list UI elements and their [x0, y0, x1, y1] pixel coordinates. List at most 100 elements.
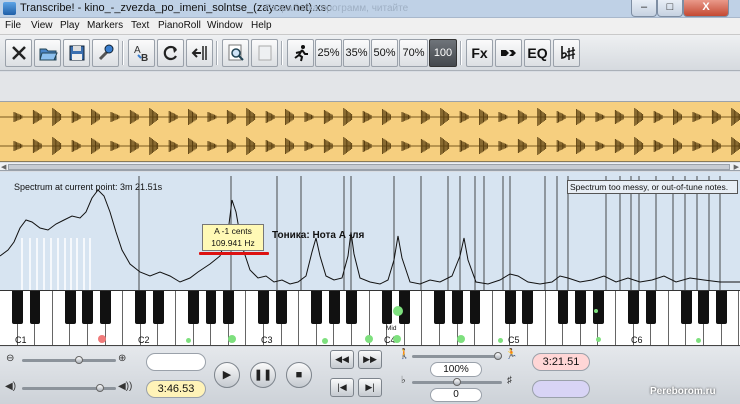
open-button[interactable]	[34, 39, 61, 67]
note-dot	[596, 337, 601, 342]
black-key[interactable]	[469, 291, 481, 324]
black-key[interactable]	[29, 291, 41, 324]
black-key[interactable]	[627, 291, 639, 324]
blank-button[interactable]	[251, 39, 278, 67]
sharp-icon[interactable]: ♯	[507, 375, 512, 386]
black-key[interactable]	[135, 291, 147, 324]
speed-slider[interactable]	[412, 355, 502, 358]
current-time-display[interactable]: 3:21.51	[532, 353, 590, 371]
black-key[interactable]	[11, 291, 23, 324]
menu-view[interactable]: View	[31, 20, 53, 31]
black-key[interactable]	[451, 291, 463, 324]
volume-low-icon[interactable]: ◀)	[5, 381, 16, 392]
menu-pianoroll[interactable]: PianoRoll	[158, 20, 201, 31]
waveform-display[interactable]	[0, 102, 740, 162]
scroll-left-icon[interactable]: ◀	[1, 163, 6, 171]
close-file-button[interactable]	[5, 39, 32, 67]
waveform-transient	[52, 108, 62, 126]
menu-file[interactable]: File	[5, 20, 21, 31]
black-key[interactable]	[381, 291, 393, 324]
black-key[interactable]	[575, 291, 587, 324]
speed-value[interactable]: 100%	[430, 362, 482, 377]
blank-time-display	[532, 380, 590, 398]
speed-100-button[interactable]: 100	[429, 39, 457, 67]
menu-play[interactable]: Play	[60, 20, 79, 31]
running-man-small-icon[interactable]: 🏃	[505, 349, 517, 360]
pitch-slider-thumb[interactable]	[453, 378, 461, 386]
minimize-button[interactable]: –	[631, 0, 657, 17]
black-key[interactable]	[557, 291, 569, 324]
preferences-button[interactable]	[92, 39, 119, 67]
menu-markers[interactable]: Markers	[87, 20, 123, 31]
menu-help[interactable]: Help	[251, 20, 272, 31]
filter-button[interactable]	[495, 39, 522, 67]
scroll-right-icon[interactable]: ▶	[734, 163, 739, 171]
black-key[interactable]	[258, 291, 270, 324]
octave-label-c3: C3	[261, 335, 273, 345]
black-key[interactable]	[698, 291, 710, 324]
black-key[interactable]	[152, 291, 164, 324]
black-key[interactable]	[434, 291, 446, 324]
volume-slider-thumb[interactable]	[96, 384, 104, 392]
markers-button[interactable]	[186, 39, 213, 67]
play-button[interactable]: ▶	[214, 362, 240, 388]
black-key[interactable]	[715, 291, 727, 324]
speed-slider-thumb[interactable]	[494, 352, 502, 360]
zoom-slider[interactable]	[22, 359, 116, 362]
fast-forward-button[interactable]: ▶▶	[358, 350, 382, 369]
tonic-annotation: Тоника: Нота А -ля	[272, 230, 365, 241]
speed-70-button[interactable]: 70%	[399, 39, 428, 67]
previous-button[interactable]: |◀	[330, 378, 354, 397]
black-key[interactable]	[311, 291, 323, 324]
position-time-display[interactable]: 3:46.53	[146, 380, 206, 398]
piano-keyboard[interactable]: C1 C2 C3 C4 C5 C6 Mid	[0, 290, 740, 346]
maximize-button[interactable]: □	[657, 0, 683, 17]
volume-high-icon[interactable]: ◀))	[118, 381, 132, 392]
stop-button[interactable]: ■	[286, 362, 312, 388]
black-key[interactable]	[592, 291, 604, 324]
menu-window[interactable]: Window	[207, 20, 243, 31]
black-key[interactable]	[522, 291, 534, 324]
pause-button[interactable]: ❚❚	[250, 362, 276, 388]
black-key[interactable]	[328, 291, 340, 324]
toolbar: AB 25% 35% 50% 70% 100 Fx EQ	[0, 35, 740, 71]
horizontal-scrollbar[interactable]: ◀ ▶	[0, 163, 740, 171]
fx-button[interactable]: Fx	[466, 39, 493, 67]
walking-man-icon[interactable]: 🚶	[398, 349, 410, 360]
pitch-button[interactable]	[553, 39, 580, 67]
black-key[interactable]	[275, 291, 287, 324]
flat-icon[interactable]: ♭	[401, 375, 406, 386]
speed-50-button[interactable]: 50%	[371, 39, 398, 67]
black-key[interactable]	[187, 291, 199, 324]
black-key[interactable]	[205, 291, 217, 324]
zoom-in-icon[interactable]: ⊕	[118, 353, 126, 364]
black-key[interactable]	[82, 291, 94, 324]
black-key[interactable]	[645, 291, 657, 324]
menu-text[interactable]: Text	[131, 20, 149, 31]
pitch-value[interactable]: 0	[430, 388, 482, 402]
text-button[interactable]: AB	[128, 39, 155, 67]
speed-35-button[interactable]: 35%	[343, 39, 370, 67]
scrollbar-thumb[interactable]	[8, 164, 730, 170]
save-button[interactable]	[63, 39, 90, 67]
open-folder-icon	[38, 48, 58, 61]
spectrum-panel[interactable]: Spectrum at current point: 3m 21.51s Spe…	[0, 172, 740, 290]
waveform-transient	[498, 141, 508, 151]
rewind-button[interactable]: ◀◀	[330, 350, 354, 369]
black-key[interactable]	[64, 291, 76, 324]
close-button[interactable]: X	[683, 0, 729, 17]
black-key[interactable]	[346, 291, 358, 324]
zoom-button[interactable]	[222, 39, 249, 67]
black-key[interactable]	[223, 291, 235, 324]
speed-mode-button[interactable]	[287, 39, 314, 67]
black-key[interactable]	[504, 291, 516, 324]
zoom-slider-thumb[interactable]	[75, 356, 83, 364]
overview-panel[interactable]	[0, 72, 740, 102]
speed-25-button[interactable]: 25%	[315, 39, 342, 67]
loop-button[interactable]	[157, 39, 184, 67]
black-key[interactable]	[680, 291, 692, 324]
next-button[interactable]: ▶|	[358, 378, 382, 397]
zoom-out-icon[interactable]: ⊖	[6, 353, 14, 364]
black-key[interactable]	[99, 291, 111, 324]
eq-button[interactable]: EQ	[524, 39, 551, 67]
